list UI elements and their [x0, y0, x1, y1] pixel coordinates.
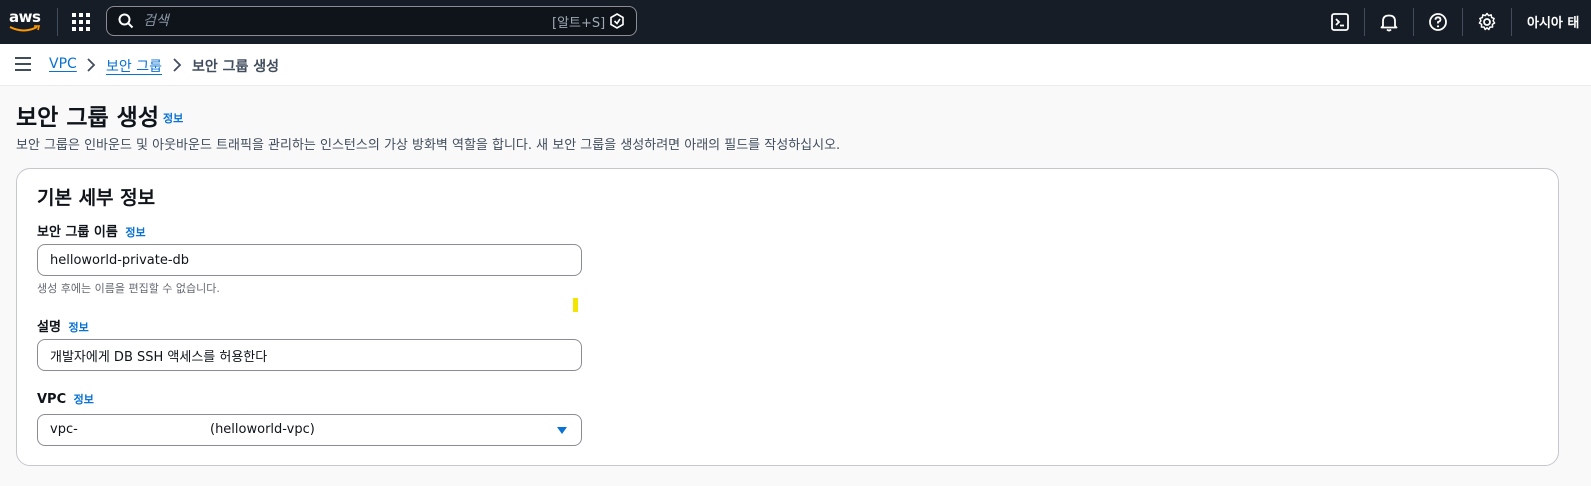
vpc-select-name: (helloworld-vpc) [210, 422, 315, 437]
security-group-name-label: 보안 그룹 이름 정보 [37, 221, 146, 240]
caret-down-icon [557, 427, 567, 434]
security-group-name-input[interactable] [37, 244, 582, 276]
nav-divider [57, 8, 58, 36]
breadcrumb-vpc[interactable]: VPC [49, 56, 77, 72]
search-icon [118, 13, 134, 29]
cloudshell-icon[interactable] [1329, 11, 1351, 33]
apps-grid-icon[interactable] [72, 13, 90, 31]
breadcrumb-security-groups[interactable]: 보안 그룹 [106, 56, 162, 76]
notifications-bell-icon[interactable] [1378, 11, 1400, 33]
section-title: 기본 세부 정보 [37, 187, 156, 209]
nav-divider [1413, 8, 1414, 36]
basic-details-panel: 기본 세부 정보 보안 그룹 이름 정보 생성 후에는 이름을 편집할 수 없습… [16, 168, 1559, 466]
region-selector[interactable]: 아시아 태 [1527, 12, 1579, 31]
aws-logo-text: aws [9, 8, 41, 26]
nav-divider [1511, 8, 1512, 36]
nav-divider [1364, 8, 1365, 36]
chevron-right-icon [87, 58, 96, 72]
security-group-name-info-link[interactable]: 정보 [125, 226, 145, 239]
vpc-info-link[interactable]: 정보 [74, 393, 94, 406]
description-label-text: 설명 [37, 320, 61, 335]
aws-logo[interactable]: aws [9, 8, 43, 36]
settings-gear-icon[interactable] [1476, 11, 1498, 33]
vpc-select-id: vpc- [50, 422, 78, 437]
highlight-marker [573, 298, 578, 312]
page-title-info-link[interactable]: 정보 [163, 110, 183, 126]
search-shortcut-hint: [알트+S] [552, 16, 606, 31]
breadcrumb-bar: VPC 보안 그룹 보안 그룹 생성 [0, 44, 1591, 86]
search-input[interactable] [143, 10, 543, 32]
amazon-q-icon[interactable] [609, 13, 625, 29]
description-label: 설명 정보 [37, 316, 89, 335]
breadcrumb-current: 보안 그룹 생성 [192, 59, 280, 75]
chevron-right-icon [173, 58, 182, 72]
vpc-select[interactable]: vpc- (helloworld-vpc) [37, 414, 582, 446]
vpc-label-text: VPC [37, 392, 67, 407]
security-group-name-hint: 생성 후에는 이름을 편집할 수 없습니다. [37, 282, 220, 295]
page-description: 보안 그룹은 인바운드 및 아웃바운드 트래픽을 관리하는 인스턴스의 가상 방… [16, 138, 841, 153]
description-input[interactable] [37, 339, 582, 371]
menu-hamburger-icon[interactable] [15, 57, 31, 71]
help-icon[interactable] [1427, 11, 1449, 33]
search-bar[interactable]: [알트+S] [106, 6, 637, 36]
top-navigation: aws [알트+S] [0, 0, 1591, 44]
aws-smile-icon [9, 25, 41, 32]
page-title: 보안 그룹 생성 [16, 105, 159, 131]
nav-divider [1462, 8, 1463, 36]
description-info-link[interactable]: 정보 [68, 321, 88, 334]
vpc-label: VPC 정보 [37, 391, 94, 407]
security-group-name-label-text: 보안 그룹 이름 [37, 225, 118, 240]
